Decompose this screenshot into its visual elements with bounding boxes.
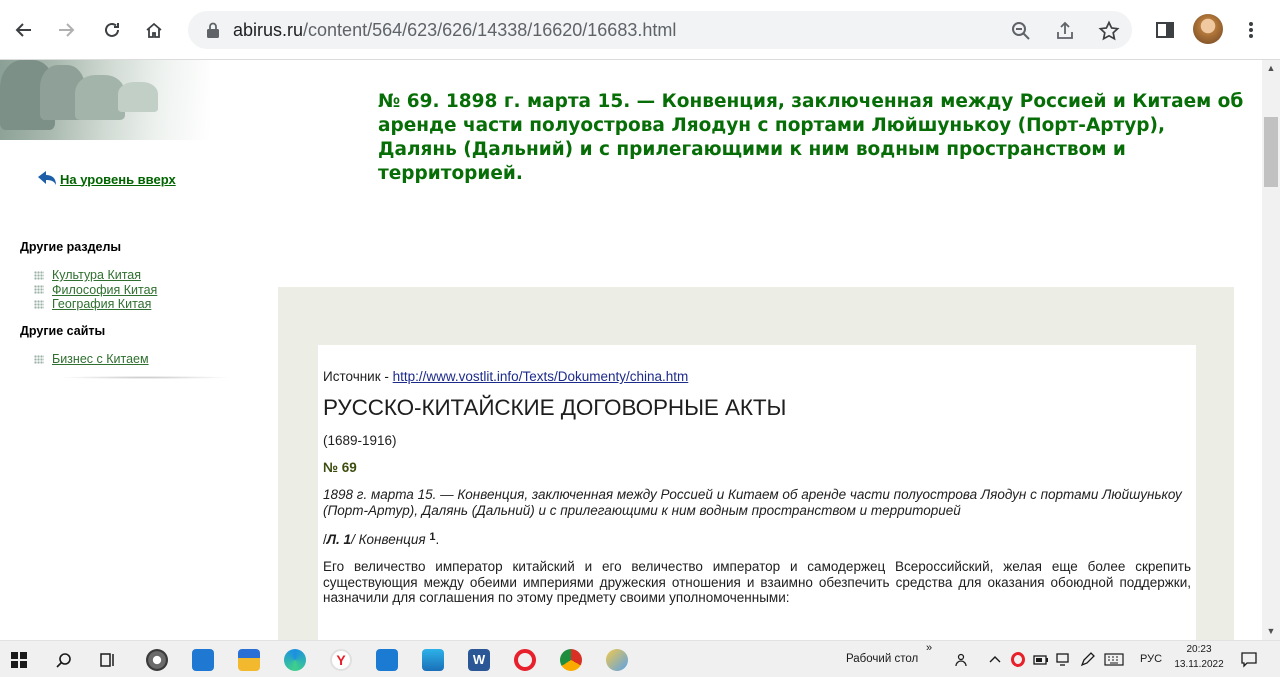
pen-icon[interactable] bbox=[1080, 652, 1096, 667]
page-scrollbar[interactable]: ▲ ▼ bbox=[1262, 60, 1280, 640]
home-button[interactable] bbox=[138, 14, 170, 46]
article-heading: РУССКО-КИТАЙСКИЕ ДОГОВОРНЫЕ АКТЫ bbox=[323, 395, 787, 420]
grid-bullet-icon bbox=[34, 270, 44, 280]
section-item-geography[interactable]: География Китая bbox=[34, 297, 157, 312]
source-link[interactable]: http://www.vostlit.info/Texts/Dokumenty/… bbox=[393, 369, 689, 384]
clock-date[interactable]: 13.11.2022 bbox=[1170, 659, 1228, 670]
section-link[interactable]: Культура Китая bbox=[52, 268, 141, 282]
grid-bullet-icon bbox=[34, 285, 44, 295]
uplink[interactable]: На уровень вверх bbox=[36, 169, 176, 189]
notification-icon[interactable] bbox=[1240, 651, 1258, 668]
keyboard-icon[interactable] bbox=[1104, 653, 1124, 666]
scroll-down-arrow-icon[interactable]: ▼ bbox=[1262, 623, 1280, 640]
uplink-label[interactable]: На уровень вверх bbox=[60, 172, 176, 187]
article-paragraph: Его величество император китайский и его… bbox=[323, 559, 1191, 605]
ref-mid: / Конвенция bbox=[351, 532, 430, 547]
sections-heading: Другие разделы bbox=[20, 240, 122, 254]
media-player-icon[interactable] bbox=[376, 649, 398, 671]
control-panel-icon[interactable] bbox=[422, 649, 444, 671]
grid-bullet-icon bbox=[34, 299, 44, 309]
chrome-browser-icon[interactable] bbox=[560, 649, 582, 671]
home-icon bbox=[146, 22, 162, 38]
section-item-culture[interactable]: Культура Китая bbox=[34, 268, 157, 283]
site-item-business[interactable]: Бизнес с Китаем bbox=[34, 352, 149, 367]
document-number: № 69 bbox=[323, 460, 357, 475]
opera-browser-icon[interactable] bbox=[514, 649, 536, 671]
sites-heading: Другие сайты bbox=[20, 324, 106, 338]
document-subtitle: 1898 г. марта 15. — Конвенция, заключенн… bbox=[323, 487, 1182, 518]
sheet-reference: /Л. 1/ Конвенция 1. bbox=[323, 531, 1191, 547]
clock-time[interactable]: 20:23 bbox=[1170, 644, 1228, 655]
paint-app-icon[interactable] bbox=[606, 649, 628, 671]
url-path: /content/564/623/626/14338/16620/16683.h… bbox=[303, 20, 677, 40]
network-icon[interactable] bbox=[1056, 652, 1072, 667]
people-icon[interactable] bbox=[955, 653, 971, 667]
language-indicator[interactable]: РУС bbox=[1140, 653, 1162, 665]
arrow-up-left-icon bbox=[38, 171, 56, 185]
article-years: (1689-1916) bbox=[323, 433, 397, 448]
sidebar-divider bbox=[60, 376, 230, 379]
site-link[interactable]: Бизнес с Китаем bbox=[52, 352, 149, 366]
ref-end: . bbox=[435, 532, 440, 547]
back-button[interactable] bbox=[8, 14, 40, 46]
menu-button[interactable] bbox=[1237, 16, 1265, 44]
search-icon[interactable] bbox=[56, 652, 72, 668]
file-explorer-icon[interactable] bbox=[238, 649, 260, 671]
section-item-philosophy[interactable]: Философия Китая bbox=[34, 283, 157, 298]
side-panel-icon bbox=[1156, 22, 1174, 38]
side-panel-button[interactable] bbox=[1151, 16, 1179, 44]
windows-start-icon[interactable] bbox=[11, 652, 27, 668]
section-link[interactable]: Философия Китая bbox=[52, 283, 157, 297]
profile-avatar[interactable] bbox=[1193, 14, 1223, 44]
yandex-browser-icon[interactable]: Y bbox=[330, 649, 352, 671]
source-prefix: Источник - bbox=[323, 369, 393, 384]
zoom-icon[interactable] bbox=[1010, 20, 1032, 42]
reload-button[interactable] bbox=[96, 14, 128, 46]
kebab-menu-icon bbox=[1249, 22, 1253, 38]
battery-icon[interactable] bbox=[1033, 652, 1049, 667]
arrow-right-icon bbox=[59, 23, 75, 37]
browser-toolbar: abirus.ru/content/564/623/626/14338/1662… bbox=[0, 0, 1280, 60]
header-photo bbox=[0, 60, 210, 140]
section-link[interactable]: География Китая bbox=[52, 297, 151, 311]
bookmark-star-icon[interactable] bbox=[1098, 20, 1120, 42]
tray-expand-icon[interactable] bbox=[989, 655, 1001, 663]
forward-button[interactable] bbox=[50, 14, 82, 46]
sections-list: Культура Китая Философия Китая География… bbox=[34, 268, 157, 312]
edge-browser-icon[interactable] bbox=[284, 649, 306, 671]
url-text: abirus.ru/content/564/623/626/14338/1662… bbox=[233, 20, 676, 41]
windows-taskbar: Y W Рабочий стол » РУС 20:23 13.11.2022 bbox=[0, 640, 1280, 677]
source-line: Источник - http://www.vostlit.info/Texts… bbox=[323, 369, 1191, 384]
address-bar[interactable]: abirus.ru/content/564/623/626/14338/1662… bbox=[188, 11, 1132, 49]
lock-icon bbox=[207, 22, 219, 38]
word-app-icon[interactable]: W bbox=[468, 649, 490, 671]
page-title: № 69. 1898 г. марта 15. — Конвенция, зак… bbox=[378, 91, 1244, 184]
opera-tray-icon[interactable] bbox=[1011, 652, 1025, 667]
desktop-toolbar-label[interactable]: Рабочий стол bbox=[846, 653, 918, 665]
sites-list: Бизнес с Китаем bbox=[34, 352, 149, 367]
task-view-icon[interactable] bbox=[100, 652, 116, 668]
article: Источник - http://www.vostlit.info/Texts… bbox=[323, 369, 1191, 606]
scroll-up-arrow-icon[interactable]: ▲ bbox=[1262, 60, 1280, 77]
grid-bullet-icon bbox=[34, 354, 44, 364]
ref-sheet: Л. 1 bbox=[326, 532, 352, 547]
share-icon[interactable] bbox=[1054, 20, 1076, 42]
reload-icon bbox=[105, 22, 119, 37]
url-host: abirus.ru bbox=[233, 20, 304, 40]
scroll-thumb[interactable] bbox=[1264, 117, 1278, 187]
mail-app-icon[interactable] bbox=[192, 649, 214, 671]
cortana-app-icon[interactable] bbox=[146, 649, 168, 671]
chevron-icon[interactable]: » bbox=[926, 642, 932, 654]
page-viewport: № 69. 1898 г. марта 15. — Конвенция, зак… bbox=[0, 60, 1262, 640]
arrow-left-icon bbox=[15, 23, 31, 37]
